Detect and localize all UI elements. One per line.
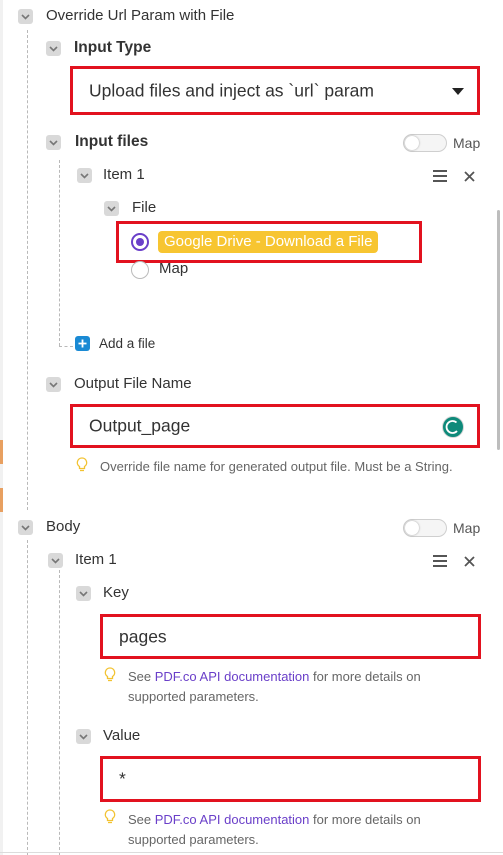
key-input[interactable]: pages	[100, 614, 481, 659]
value-input[interactable]: *	[100, 756, 481, 802]
key-docs-link[interactable]: PDF.co API documentation	[155, 669, 310, 684]
radio-map[interactable]	[131, 261, 149, 279]
left-edge-marker	[0, 440, 3, 464]
input-type-value: Upload files and inject as `url` param	[89, 80, 374, 100]
input-files-map-label: Map	[453, 135, 481, 151]
output-file-name-hint-text: Override file name for generated output …	[100, 459, 453, 474]
value-hint-suffix: for more details on	[309, 812, 421, 827]
lightbulb-icon	[104, 667, 116, 682]
tree-line	[59, 346, 73, 347]
left-edge	[0, 0, 3, 855]
key-hint: See PDF.co API documentation for more de…	[128, 667, 478, 707]
lightbulb-icon	[76, 457, 88, 472]
body-map-toggle[interactable]	[403, 519, 447, 537]
section-collapse-checkbox[interactable]	[18, 9, 33, 24]
body-item-1-label: Item 1	[75, 551, 117, 568]
close-icon[interactable]	[460, 553, 478, 569]
body-map-label: Map	[453, 520, 481, 536]
input-type-label: Input Type	[74, 39, 152, 56]
hamburger-icon[interactable]	[431, 168, 449, 184]
output-file-name-value: Output_page	[89, 415, 191, 436]
lightbulb-icon	[104, 809, 116, 824]
tree-line	[59, 570, 60, 855]
input-type-checkbox[interactable]	[46, 41, 61, 56]
section-title: Override Url Param with File	[46, 7, 235, 24]
input-type-select[interactable]: Upload files and inject as `url` param	[70, 66, 480, 115]
input-files-map-toggle[interactable]	[403, 134, 447, 152]
key-hint-line2: supported parameters.	[128, 689, 259, 704]
scrollbar[interactable]	[497, 210, 500, 450]
input-files-label: Input files	[75, 133, 149, 150]
tree-line	[27, 30, 28, 510]
key-hint-prefix: See	[128, 669, 155, 684]
bottom-divider	[0, 852, 503, 853]
body-label: Body	[46, 518, 81, 535]
body-item-1-checkbox[interactable]	[48, 553, 63, 568]
value-label: Value	[103, 727, 141, 744]
radio-map-label: Map	[159, 260, 189, 277]
key-checkbox[interactable]	[76, 586, 91, 601]
file-label: File	[132, 199, 157, 216]
item-1-checkbox[interactable]	[77, 168, 92, 183]
status-icon	[442, 416, 464, 438]
key-hint-suffix: for more details on	[309, 669, 421, 684]
output-file-name-checkbox[interactable]	[46, 377, 61, 392]
key-value: pages	[119, 626, 167, 646]
hamburger-icon[interactable]	[431, 553, 449, 569]
plus-icon[interactable]	[75, 336, 90, 351]
item-1-label: Item 1	[103, 166, 145, 183]
value-checkbox[interactable]	[76, 729, 91, 744]
tree-line	[27, 540, 28, 855]
key-label: Key	[103, 584, 129, 601]
dropdown-caret-icon	[452, 88, 464, 95]
body-checkbox[interactable]	[18, 520, 33, 535]
tree-line	[59, 160, 60, 346]
value-hint-prefix: See	[128, 812, 155, 827]
value-hint: See PDF.co API documentation for more de…	[128, 810, 478, 850]
radio-selected[interactable]	[131, 233, 149, 251]
input-files-checkbox[interactable]	[46, 135, 61, 150]
file-source-chip[interactable]: Google Drive - Download a File	[158, 231, 379, 253]
value-hint-line2: supported parameters.	[128, 832, 259, 847]
file-checkbox[interactable]	[104, 201, 119, 216]
output-file-name-input[interactable]: Output_page	[70, 404, 480, 448]
add-file-link[interactable]: Add a file	[99, 335, 155, 353]
output-file-name-label: Output File Name	[74, 375, 192, 392]
value-value: *	[119, 768, 126, 789]
left-edge-marker	[0, 488, 3, 512]
close-icon[interactable]	[460, 168, 478, 184]
value-docs-link[interactable]: PDF.co API documentation	[155, 812, 310, 827]
output-file-name-hint: Override file name for generated output …	[100, 457, 470, 477]
